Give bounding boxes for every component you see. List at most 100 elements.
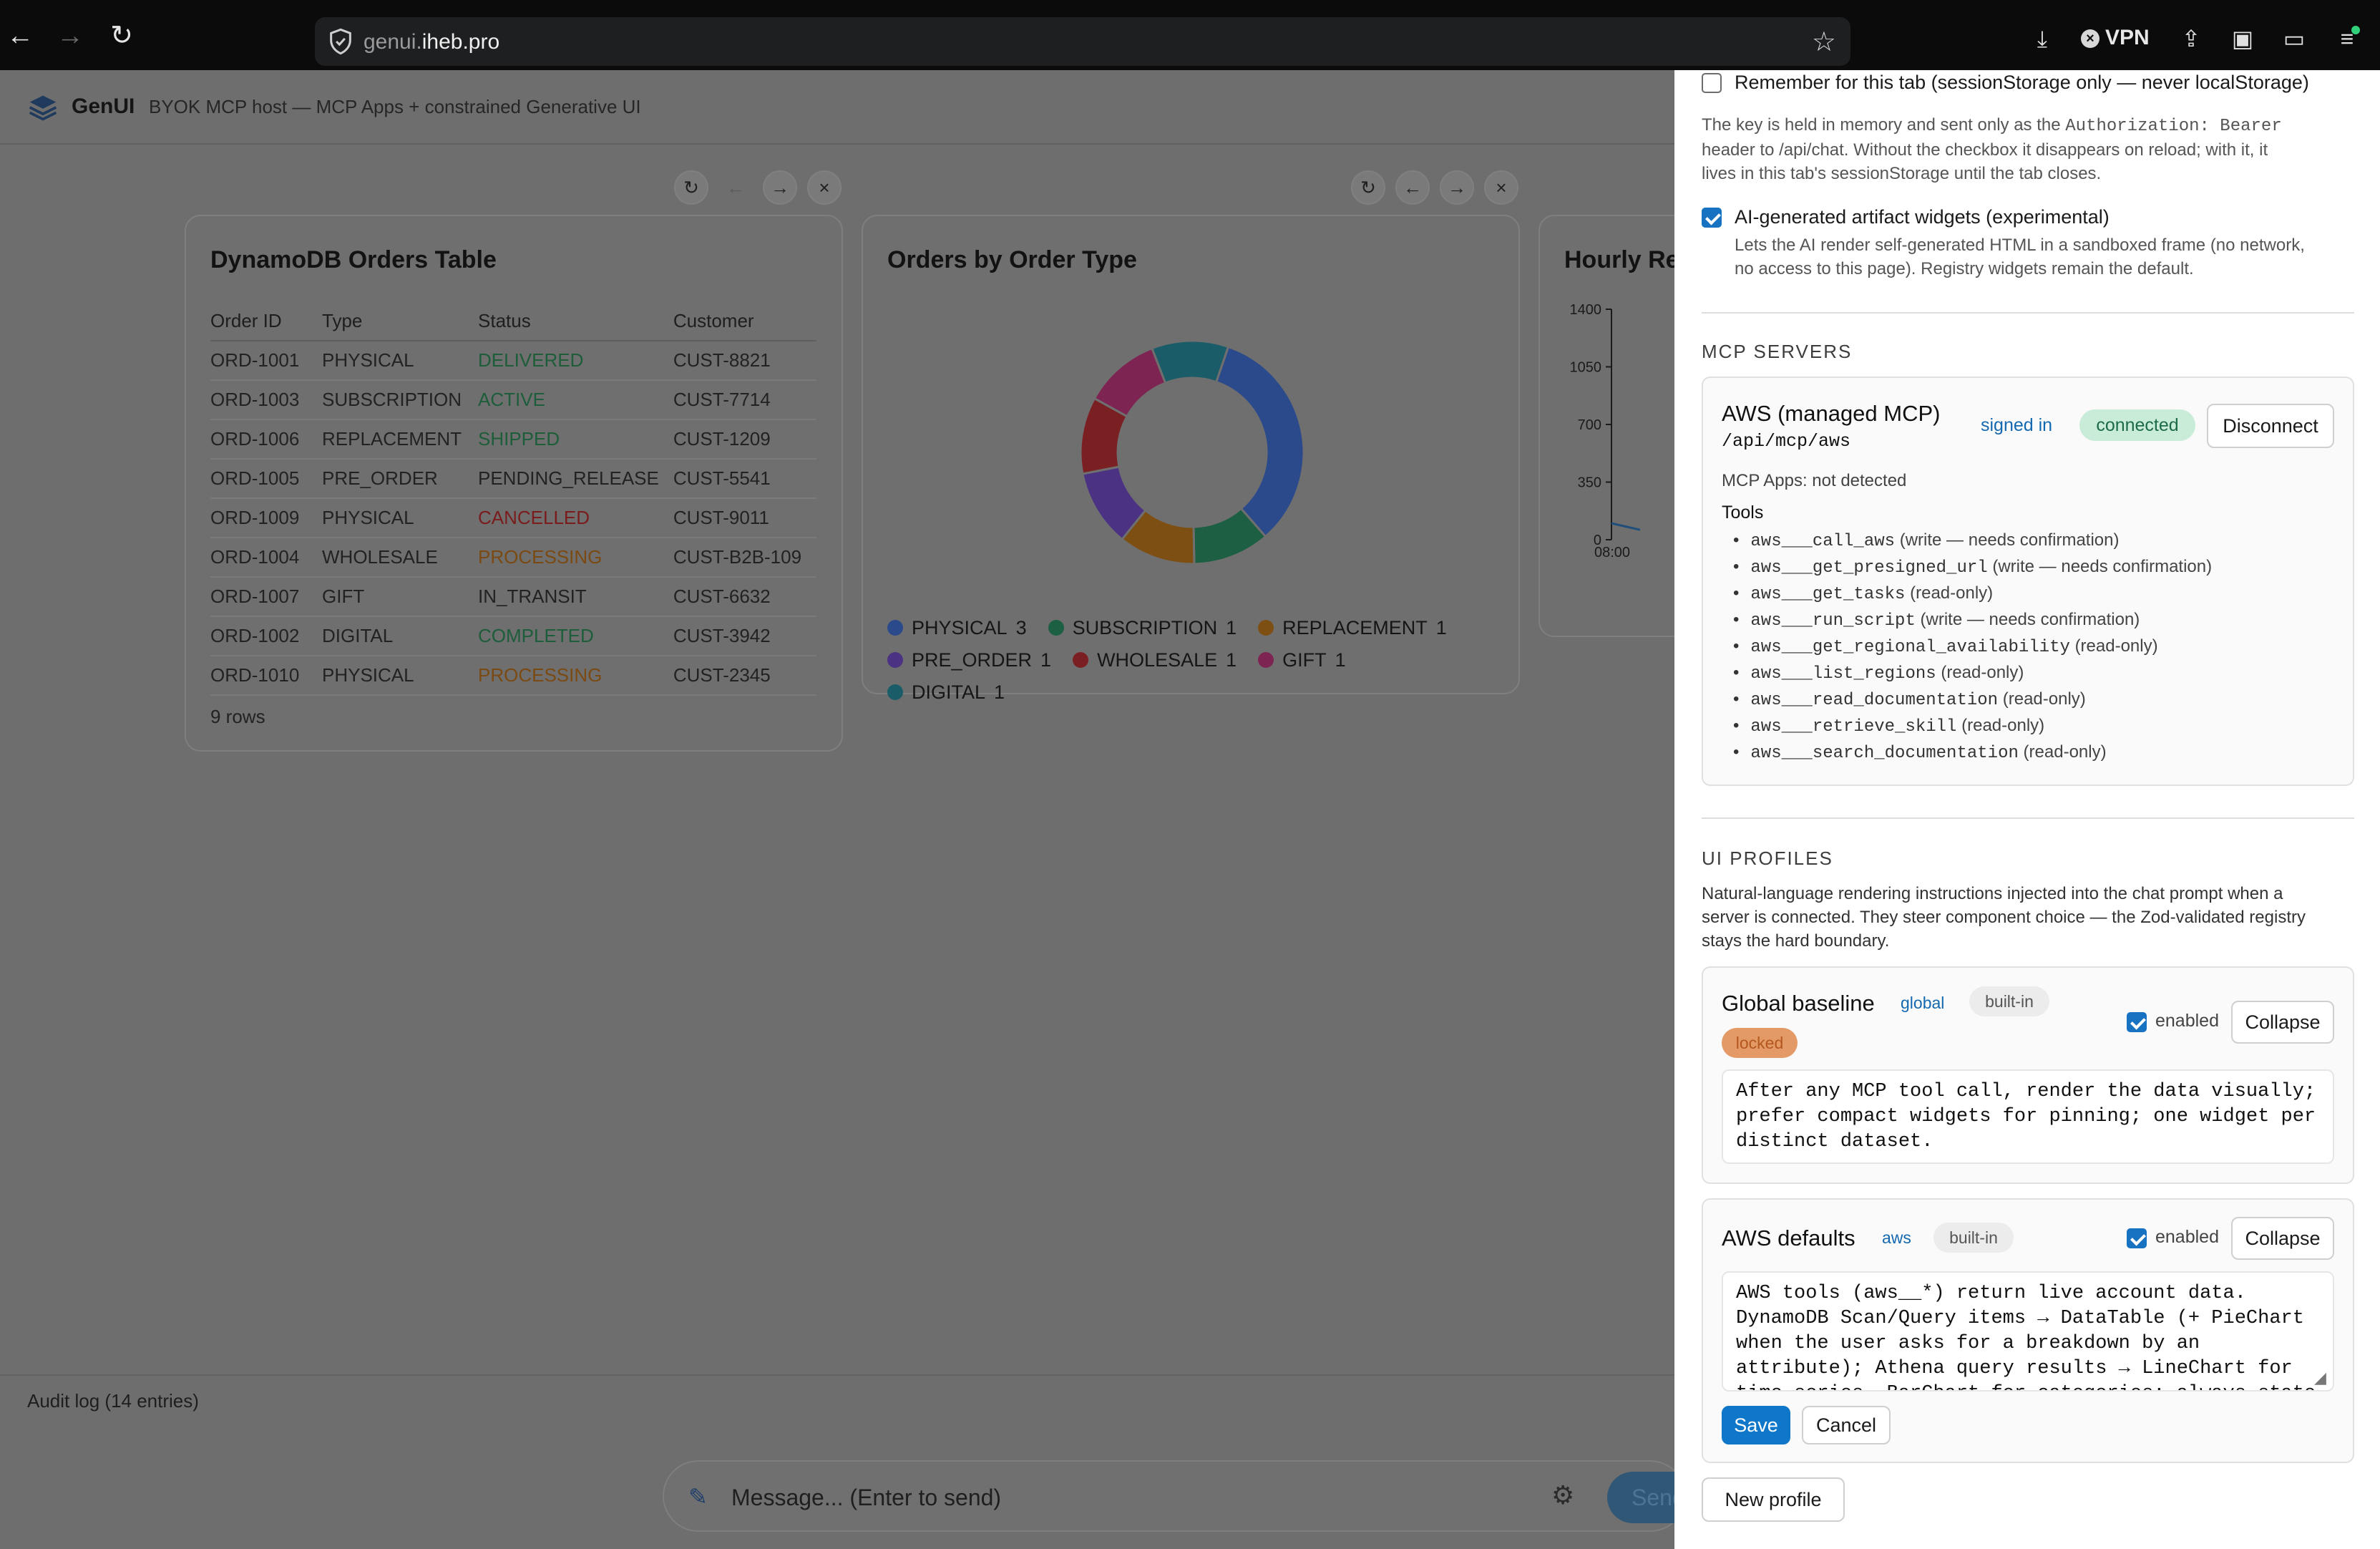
legend-item: REPLACEMENT 1 bbox=[1258, 617, 1447, 639]
tool-item: aws___run_script (write — needs confirma… bbox=[1733, 606, 2212, 633]
profile-scope-badge: global bbox=[1901, 994, 1945, 1012]
message-input[interactable] bbox=[731, 1482, 1447, 1513]
table-row: ORD-1005 PRE_ORDER PENDING_RELEASE CUST-554… bbox=[210, 459, 816, 499]
tool-name: aws___get_regional_availability bbox=[1750, 638, 2070, 657]
server-name: AWS (managed MCP) bbox=[1722, 401, 1941, 426]
tool-item: aws___get_tasks (read-only) bbox=[1733, 580, 2212, 606]
share-icon[interactable]: ⇪ bbox=[2177, 24, 2205, 53]
app-background: GenUI BYOK MCP host — MCP Apps + constra… bbox=[0, 70, 1825, 1549]
sidebar-toggle-icon[interactable]: ▭ bbox=[2280, 24, 2308, 53]
save-button[interactable]: Save bbox=[1722, 1406, 1790, 1444]
move-right-icon[interactable]: → bbox=[1440, 170, 1474, 205]
table-row: ORD-1002 DIGITAL COMPLETED CUST-3942 bbox=[210, 616, 816, 656]
resize-handle-icon[interactable]: ◢ bbox=[2314, 1369, 2326, 1387]
col-status: Status bbox=[478, 302, 673, 341]
order-id-cell: ORD-1005 bbox=[210, 459, 322, 499]
profiles-note-1: Natural-language rendering instructions … bbox=[1702, 884, 2283, 903]
type-cell: PHYSICAL bbox=[322, 341, 478, 381]
profile-name: AWS defaults bbox=[1722, 1225, 1855, 1251]
audit-log-bar[interactable]: Audit log (14 entries) bbox=[0, 1374, 1674, 1417]
legend-value: 1 bbox=[994, 681, 1005, 703]
tool-mode: (read-only) bbox=[1910, 583, 1994, 603]
move-left-icon[interactable]: ← bbox=[718, 170, 753, 205]
tool-item: aws___retrieve_skill (read-only) bbox=[1733, 712, 2212, 739]
vpn-button[interactable]: × VPN bbox=[2081, 26, 2150, 50]
type-cell: REPLACEMENT bbox=[322, 419, 478, 460]
remember-tab-checkbox[interactable] bbox=[1702, 73, 1722, 93]
type-cell: DIGITAL bbox=[322, 616, 478, 656]
forward-icon[interactable]: → bbox=[54, 20, 86, 52]
address-bar[interactable]: genui.iheb.pro ☆ bbox=[315, 17, 1850, 66]
type-cell: PRE_ORDER bbox=[322, 459, 478, 499]
profile-enabled-label: enabled bbox=[2155, 1227, 2219, 1247]
customer-cell: CUST-5541 bbox=[673, 459, 816, 499]
move-right-icon[interactable]: → bbox=[763, 170, 797, 205]
server-path: /api/mcp/aws bbox=[1722, 431, 1851, 452]
gear-icon[interactable]: ⚙ bbox=[1551, 1480, 1574, 1510]
close-widget-icon[interactable]: × bbox=[1484, 170, 1518, 205]
tool-mode: (read-only) bbox=[1941, 663, 2024, 682]
legend-item: DIGITAL 1 bbox=[887, 681, 1005, 704]
tool-mode: (write — needs confirmation) bbox=[1920, 610, 2140, 629]
legend-item: GIFT 1 bbox=[1258, 649, 1346, 671]
mcp-servers-heading: MCP SERVERS bbox=[1702, 341, 1853, 362]
table-header-row: Order ID Type Status Customer bbox=[210, 302, 816, 341]
legend-swatch bbox=[887, 684, 903, 700]
back-icon[interactable]: ← bbox=[4, 20, 36, 52]
y-tick-label: 700 bbox=[1578, 417, 1601, 433]
legend-item: WHOLESALE 1 bbox=[1073, 649, 1237, 671]
tools-heading: Tools bbox=[1722, 502, 1764, 523]
profile-enabled-checkbox[interactable] bbox=[2127, 1228, 2147, 1248]
shield-icon bbox=[330, 28, 351, 55]
y-tick-label: 1400 bbox=[1570, 302, 1602, 318]
pie-slice-digital[interactable] bbox=[1150, 339, 1230, 384]
profile-instructions-textarea[interactable]: AWS tools (aws__*) return live account d… bbox=[1722, 1271, 2334, 1392]
tool-item: aws___call_aws (write — needs confirmati… bbox=[1733, 527, 2212, 553]
profile-collapse-button[interactable]: Collapse bbox=[2231, 1217, 2334, 1260]
rows-count: 9 rows bbox=[210, 706, 265, 727]
bookmark-star-icon[interactable]: ☆ bbox=[1812, 26, 1836, 58]
customer-cell: CUST-1209 bbox=[673, 419, 816, 460]
status-cell: ACTIVE bbox=[478, 380, 673, 420]
profile-collapse-button[interactable]: Collapse bbox=[2231, 1001, 2334, 1044]
legend-swatch bbox=[887, 620, 903, 636]
legend-value: 1 bbox=[1435, 617, 1447, 638]
pie-slice-physical[interactable] bbox=[1214, 345, 1305, 538]
reload-icon[interactable]: ↻ bbox=[106, 20, 137, 52]
new-profile-button[interactable]: New profile bbox=[1702, 1477, 1845, 1522]
profile-instructions-text[interactable]: After any MCP tool call, render the data… bbox=[1722, 1069, 2334, 1164]
ai-widgets-checkbox[interactable] bbox=[1702, 208, 1722, 228]
update-dot-icon bbox=[2351, 26, 2360, 34]
archive-icon[interactable]: ▣ bbox=[2228, 24, 2257, 53]
profile-scope-badge: aws bbox=[1882, 1228, 1911, 1247]
disconnect-button[interactable]: Disconnect bbox=[2207, 404, 2334, 448]
col-type: Type bbox=[322, 302, 478, 341]
profile-enabled-checkbox[interactable] bbox=[2127, 1012, 2147, 1032]
customer-cell: CUST-6632 bbox=[673, 577, 816, 617]
download-icon[interactable]: ⤓ bbox=[2028, 24, 2057, 53]
customer-cell: CUST-9011 bbox=[673, 498, 816, 538]
legend-value: 1 bbox=[1226, 649, 1237, 671]
profile-origin-badge: built-in bbox=[1969, 986, 2049, 1016]
refresh-widget-icon[interactable]: ↻ bbox=[674, 170, 708, 205]
orders-table-card: DynamoDB Orders Table Order ID Type Stat… bbox=[185, 215, 843, 752]
legend-swatch bbox=[1073, 652, 1089, 668]
ui-profiles-note: Natural-language rendering instructions … bbox=[1702, 882, 2354, 953]
url-text: genui.iheb.pro bbox=[364, 30, 499, 54]
cancel-button[interactable]: Cancel bbox=[1802, 1406, 1891, 1444]
move-left-icon[interactable]: ← bbox=[1395, 170, 1430, 205]
close-widget-icon[interactable]: × bbox=[807, 170, 842, 205]
ai-widgets-note-2: no access to this page). Registry widget… bbox=[1735, 259, 2194, 278]
refresh-widget-icon[interactable]: ↻ bbox=[1351, 170, 1385, 205]
profile-origin-badge: built-in bbox=[1933, 1223, 2014, 1253]
table-row: ORD-1003 SUBSCRIPTION ACTIVE CUST-7714 bbox=[210, 380, 816, 420]
app-name: GenUI bbox=[72, 94, 135, 118]
y-tick-label: 350 bbox=[1578, 475, 1601, 491]
legend-swatch bbox=[887, 652, 903, 668]
order-id-cell: ORD-1009 bbox=[210, 498, 322, 538]
remember-tab-label: Remember for this tab (sessionStorage on… bbox=[1735, 72, 2309, 93]
browser-toolbar: ← → ↻ genui.iheb.pro ☆ ⤓ × VPN ⇪ ▣ ▭ ≡ bbox=[0, 0, 2380, 70]
status-cell: DELIVERED bbox=[478, 341, 673, 381]
orders-table: Order ID Type Status Customer ORD-1001 PH… bbox=[210, 302, 816, 696]
magic-wand-icon[interactable]: ✎ bbox=[688, 1483, 708, 1510]
